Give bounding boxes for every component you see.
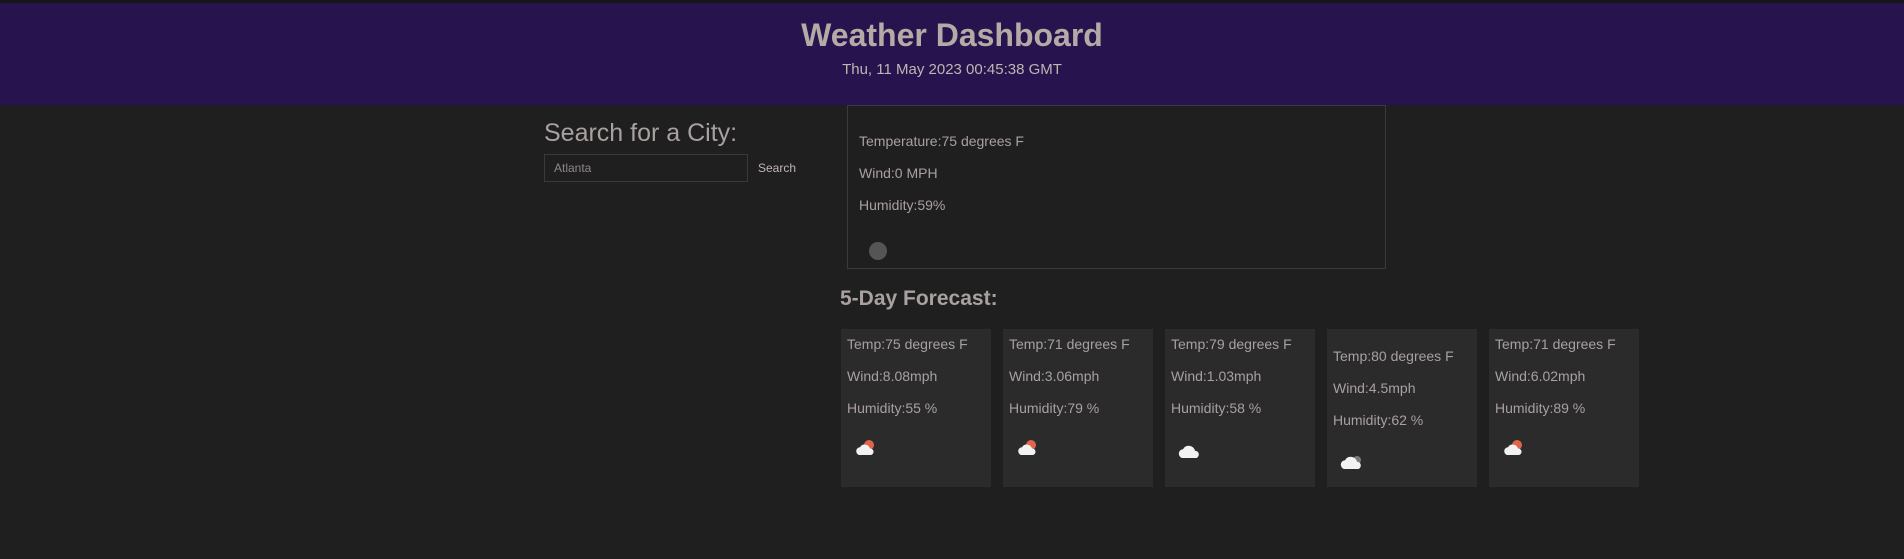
- current-datetime: Thu, 11 May 2023 00:45:38 GMT: [842, 61, 1062, 78]
- cloud-sun-icon: [1018, 440, 1036, 455]
- current-wind: Wind:0 MPH: [859, 165, 938, 181]
- app-header: Weather Dashboard Thu, 11 May 2023 00:45…: [0, 3, 1904, 105]
- current-humidity: Humidity:59%: [859, 197, 946, 213]
- forecast-humidity: Humidity:62 %: [1333, 412, 1424, 428]
- forecast-wind: Wind:4.5mph: [1333, 380, 1416, 396]
- forecast-temp: Temp:79 degrees F: [1171, 336, 1292, 352]
- forecast-card: Temp:71 degrees F Wind:3.06mph Humidity:…: [1003, 329, 1153, 487]
- forecast-humidity: Humidity:58 %: [1171, 400, 1262, 416]
- current-temperature: Temperature:75 degrees F: [859, 133, 1024, 149]
- cloud-night-icon: [1340, 456, 1361, 469]
- current-weather-card: Temperature:75 degrees F Wind:0 MPH Humi…: [847, 105, 1386, 269]
- forecast-temp: Temp:71 degrees F: [1009, 336, 1130, 352]
- search-heading: Search for a City:: [544, 119, 738, 147]
- forecast-wind: Wind:3.06mph: [1009, 368, 1100, 384]
- city-search-input[interactable]: [544, 154, 748, 182]
- cloud-sun-icon: [1504, 440, 1522, 455]
- weather-placeholder-icon: [869, 242, 887, 260]
- forecast-humidity: Humidity:79 %: [1009, 400, 1100, 416]
- forecast-heading: 5-Day Forecast:: [840, 287, 998, 310]
- forecast-temp: Temp:80 degrees F: [1333, 348, 1454, 364]
- page-title: Weather Dashboard: [801, 17, 1103, 53]
- forecast-humidity: Humidity:55 %: [847, 400, 938, 416]
- search-button[interactable]: Search: [752, 154, 816, 182]
- forecast-card: Temp:80 degrees F Wind:4.5mph Humidity:6…: [1327, 329, 1477, 487]
- forecast-wind: Wind:8.08mph: [847, 368, 938, 384]
- forecast-wind: Wind:1.03mph: [1171, 368, 1262, 384]
- forecast-card: Temp:75 degrees F Wind:8.08mph Humidity:…: [841, 329, 991, 487]
- forecast-wind: Wind:6.02mph: [1495, 368, 1586, 384]
- forecast-humidity: Humidity:89 %: [1495, 400, 1586, 416]
- forecast-card: Temp:79 degrees F Wind:1.03mph Humidity:…: [1165, 329, 1315, 487]
- forecast-card: Temp:71 degrees F Wind:6.02mph Humidity:…: [1489, 329, 1639, 487]
- cloud-sun-icon: [856, 440, 874, 455]
- forecast-temp: Temp:71 degrees F: [1495, 336, 1616, 352]
- cloud-icon: [1178, 445, 1199, 458]
- forecast-temp: Temp:75 degrees F: [847, 336, 968, 352]
